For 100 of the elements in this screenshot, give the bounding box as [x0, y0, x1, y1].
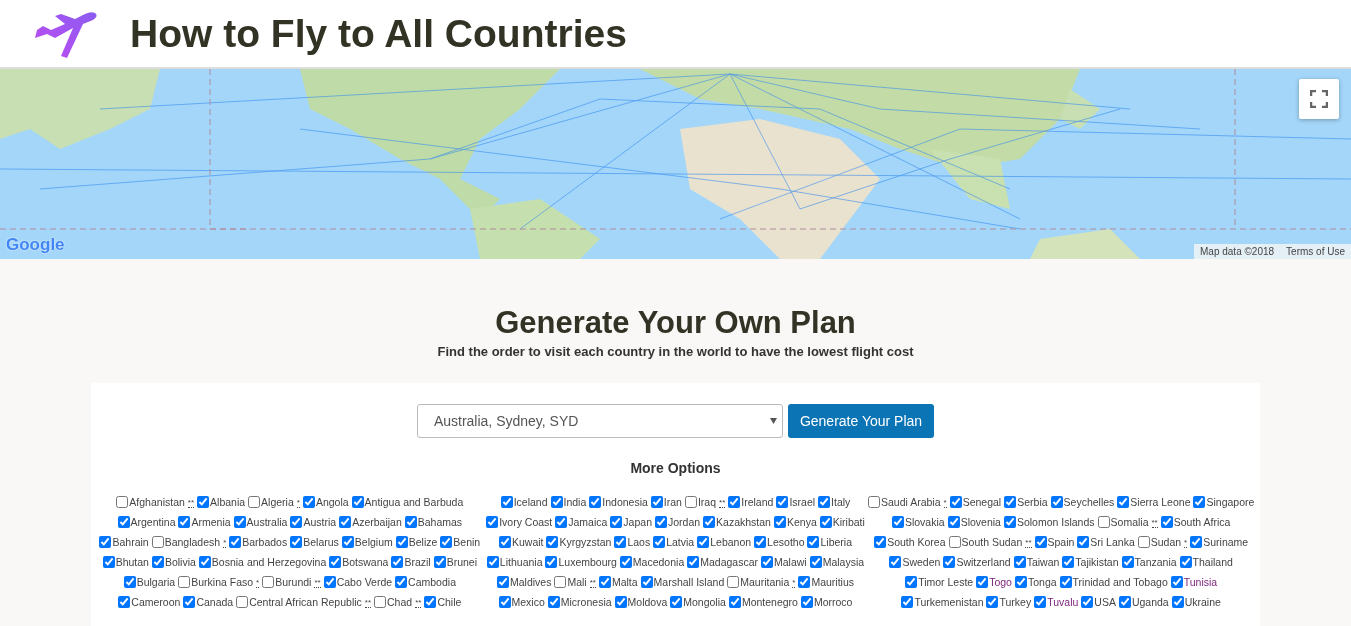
country-checkbox[interactable]	[497, 576, 509, 588]
country-checkbox[interactable]	[761, 556, 773, 568]
country-checkbox[interactable]	[773, 516, 786, 528]
country-checkbox[interactable]	[905, 576, 918, 588]
country-checkbox[interactable]	[236, 596, 249, 608]
country-checkbox[interactable]	[1003, 516, 1016, 528]
country-checkbox[interactable]	[819, 516, 832, 528]
country-checkbox[interactable]	[151, 536, 164, 548]
country-checkbox[interactable]	[1097, 516, 1110, 528]
country-checkbox[interactable]	[178, 516, 191, 528]
country-checkbox[interactable]	[262, 576, 275, 588]
country-checkbox[interactable]	[440, 536, 453, 548]
country-checkbox[interactable]	[1170, 576, 1183, 588]
country-checkbox[interactable]	[498, 596, 511, 608]
country-checkbox[interactable]	[754, 536, 767, 548]
country-checkbox[interactable]	[614, 536, 627, 548]
country-checkbox[interactable]	[1193, 496, 1206, 508]
country-checkbox[interactable]	[424, 596, 437, 608]
country-checkbox[interactable]	[1160, 516, 1173, 528]
country-checkbox[interactable]	[650, 496, 663, 508]
country-checkbox[interactable]	[598, 576, 611, 588]
country-checkbox[interactable]	[874, 536, 887, 548]
country-checkbox[interactable]	[891, 516, 904, 528]
country-checkbox[interactable]	[486, 516, 499, 528]
terms-link[interactable]: Terms of Use	[1280, 244, 1351, 259]
country-checkbox[interactable]	[395, 536, 408, 548]
country-checkbox[interactable]	[550, 496, 563, 508]
country-checkbox[interactable]	[404, 516, 417, 528]
country-checkbox[interactable]	[687, 556, 700, 568]
country-checkbox[interactable]	[703, 516, 716, 528]
country-checkbox[interactable]	[640, 576, 653, 588]
country-checkbox[interactable]	[1121, 556, 1134, 568]
country-checkbox[interactable]	[151, 556, 164, 568]
country-checkbox[interactable]	[610, 516, 623, 528]
country-checkbox[interactable]	[949, 496, 962, 508]
country-checkbox[interactable]	[339, 516, 352, 528]
country-checkbox[interactable]	[947, 516, 960, 528]
country-checkbox[interactable]	[1137, 536, 1150, 548]
country-checkbox[interactable]	[391, 556, 404, 568]
country-checkbox[interactable]	[433, 556, 446, 568]
country-checkbox[interactable]	[727, 576, 740, 588]
country-checkbox[interactable]	[341, 536, 354, 548]
country-checkbox[interactable]	[943, 556, 956, 568]
country-checkbox[interactable]	[1034, 596, 1047, 608]
country-checkbox[interactable]	[684, 496, 697, 508]
country-checkbox[interactable]	[555, 516, 568, 528]
country-checkbox[interactable]	[486, 556, 499, 568]
country-checkbox[interactable]	[546, 536, 559, 548]
country-checkbox[interactable]	[619, 556, 632, 568]
country-checkbox[interactable]	[498, 536, 511, 548]
country-checkbox[interactable]	[1034, 536, 1047, 548]
country-checkbox[interactable]	[818, 496, 831, 508]
country-checkbox[interactable]	[302, 496, 315, 508]
country-checkbox[interactable]	[123, 576, 136, 588]
country-checkbox[interactable]	[374, 596, 387, 608]
country-checkbox[interactable]	[1171, 596, 1184, 608]
country-checkbox[interactable]	[547, 596, 560, 608]
country-checkbox[interactable]	[183, 596, 196, 608]
country-checkbox[interactable]	[198, 556, 211, 568]
country-checkbox[interactable]	[1050, 496, 1063, 508]
country-checkbox[interactable]	[117, 516, 130, 528]
country-checkbox[interactable]	[395, 576, 408, 588]
country-checkbox[interactable]	[118, 596, 131, 608]
country-checkbox[interactable]	[554, 576, 567, 588]
country-checkbox[interactable]	[1004, 496, 1017, 508]
country-checkbox[interactable]	[323, 576, 336, 588]
country-checkbox[interactable]	[1190, 536, 1203, 548]
country-checkbox[interactable]	[1013, 556, 1026, 568]
country-checkbox[interactable]	[889, 556, 902, 568]
country-checkbox[interactable]	[986, 596, 999, 608]
country-checkbox[interactable]	[1014, 576, 1027, 588]
country-checkbox[interactable]	[1117, 496, 1130, 508]
country-checkbox[interactable]	[178, 576, 191, 588]
country-checkbox[interactable]	[116, 496, 129, 508]
country-checkbox[interactable]	[654, 516, 667, 528]
country-checkbox[interactable]	[1179, 556, 1192, 568]
country-checkbox[interactable]	[290, 516, 303, 528]
country-checkbox[interactable]	[901, 596, 914, 608]
country-checkbox[interactable]	[948, 536, 961, 548]
country-checkbox[interactable]	[697, 536, 710, 548]
origin-select[interactable]: Australia, Sydney, SYD	[416, 404, 783, 438]
country-checkbox[interactable]	[197, 496, 210, 508]
country-checkbox[interactable]	[728, 496, 741, 508]
country-checkbox[interactable]	[102, 556, 115, 568]
country-checkbox[interactable]	[728, 596, 741, 608]
country-checkbox[interactable]	[1077, 536, 1090, 548]
country-checkbox[interactable]	[798, 576, 811, 588]
country-checkbox[interactable]	[976, 576, 989, 588]
country-checkbox[interactable]	[329, 556, 342, 568]
fullscreen-button[interactable]	[1299, 79, 1339, 119]
country-checkbox[interactable]	[670, 596, 683, 608]
country-checkbox[interactable]	[500, 496, 513, 508]
country-checkbox[interactable]	[1118, 596, 1131, 608]
country-checkbox[interactable]	[1062, 556, 1075, 568]
country-checkbox[interactable]	[589, 496, 602, 508]
country-checkbox[interactable]	[807, 536, 820, 548]
country-checkbox[interactable]	[868, 496, 880, 508]
country-checkbox[interactable]	[545, 556, 558, 568]
country-checkbox[interactable]	[1081, 596, 1094, 608]
country-checkbox[interactable]	[800, 596, 813, 608]
